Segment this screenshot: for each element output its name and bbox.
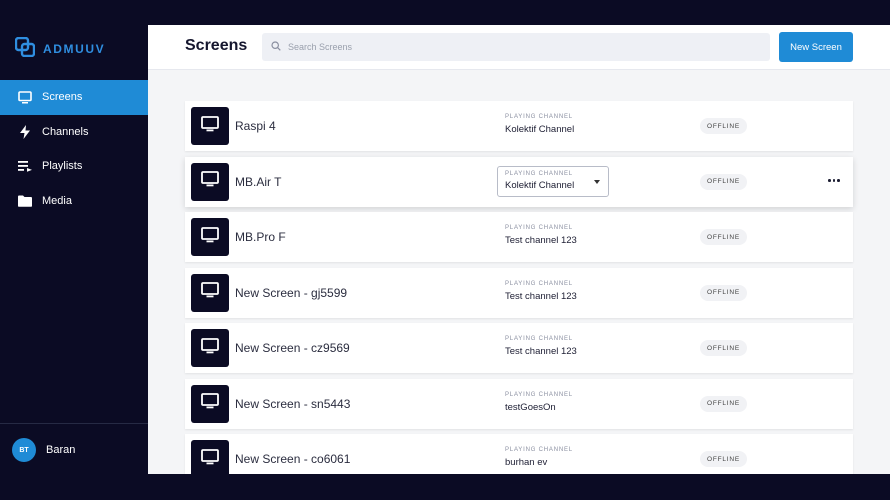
sidebar: ADMUUV Screens Channels Playlists Media … [0, 25, 148, 474]
monitor-icon [201, 337, 219, 359]
screen-name: MB.Air T [235, 174, 282, 189]
list-item[interactable]: MB.Air T PLAYING CHANNEL Kolektif Channe… [185, 156, 853, 207]
playing-channel: PLAYING CHANNEL burhan ev [505, 447, 573, 468]
folder-icon [18, 194, 32, 208]
more-options-icon[interactable] [827, 174, 841, 188]
monitor-icon [201, 282, 219, 303]
screen-name: MB.Pro F [235, 230, 286, 244]
playing-channel-value: Kolektif Channel [505, 124, 575, 135]
monitor-icon [201, 171, 219, 192]
screen-thumbnail [191, 218, 229, 256]
sidebar-divider [0, 423, 148, 424]
screen-list: Raspi 4 PLAYING CHANNEL Kolektif Channel… [185, 101, 853, 474]
list-item[interactable]: New Screen - gj5599 PLAYING CHANNEL Test… [185, 267, 853, 318]
playing-channel: PLAYING CHANNEL Test channel 123 [505, 281, 577, 302]
user-name: Baran [46, 444, 76, 456]
screen-thumbnail [191, 440, 229, 474]
sidebar-item-label: Playlists [42, 160, 83, 173]
playlist-icon [18, 159, 32, 173]
playing-channel-value: testGoesOn [505, 401, 556, 413]
header: Screens New Screen [148, 25, 890, 70]
playing-channel-value: burhan ev [505, 457, 548, 468]
monitor-icon [201, 226, 219, 248]
lightning-icon [18, 124, 32, 139]
avatar: BT [12, 438, 36, 462]
list-item[interactable]: MB.Pro F PLAYING CHANNEL Test channel 12… [185, 212, 853, 262]
playing-channel: PLAYING CHANNEL testGoesOn [505, 392, 573, 413]
screen-name: Raspi 4 [235, 119, 276, 133]
brand-name: ADMUUV [43, 42, 106, 56]
monitor-icon [201, 393, 219, 414]
main-content: Screens New Screen Raspi 4 PLAYING CHANN… [148, 25, 890, 474]
playing-channel-label: PLAYING CHANNEL [505, 114, 573, 120]
new-screen-button[interactable]: New Screen [779, 32, 853, 62]
screen-name: New Screen - co6061 [235, 452, 351, 466]
page-title: Screens [185, 37, 248, 54]
playing-channel: PLAYING CHANNEL Test channel 123 [505, 225, 577, 246]
screen-name: New Screen - cz9569 [235, 341, 350, 355]
playing-channel: PLAYING CHANNEL Kolektif Channel [505, 114, 574, 135]
playing-channel-value: Test channel 123 [505, 235, 577, 246]
brand[interactable]: ADMUUV [14, 36, 106, 62]
playing-channel-value: Test channel 123 [505, 346, 577, 357]
playing-channel-label: PLAYING CHANNEL [505, 280, 573, 287]
list-item[interactable]: New Screen - cz9569 PLAYING CHANNEL Test… [185, 323, 853, 373]
playing-channel-label: PLAYING CHANNEL [505, 391, 573, 398]
monitor-icon [18, 90, 32, 104]
channel-select[interactable]: PLAYING CHANNEL Kolektif Channel [497, 165, 609, 197]
playing-channel-label: PLAYING CHANNEL [505, 336, 573, 342]
playing-channel-label: PLAYING CHANNEL [505, 447, 573, 453]
monitor-icon [201, 448, 219, 470]
playing-channel-value: Test channel 123 [505, 290, 577, 302]
sidebar-item-label: Screens [42, 91, 83, 104]
screen-thumbnail [191, 329, 229, 367]
playing-channel-label: PLAYING CHANNEL [505, 170, 573, 177]
screen-thumbnail [191, 107, 229, 145]
sidebar-item-screens[interactable]: Screens [0, 80, 148, 115]
list-item[interactable]: Raspi 4 PLAYING CHANNEL Kolektif Channel… [185, 101, 853, 151]
screen-name: New Screen - sn5443 [235, 396, 351, 411]
playing-channel: PLAYING CHANNEL Test channel 123 [505, 336, 577, 357]
status-badge: OFFLINE [700, 284, 748, 301]
status-badge: OFFLINE [700, 340, 748, 356]
search-input[interactable] [288, 42, 748, 52]
status-badge: OFFLINE [700, 451, 748, 467]
chevron-down-icon [594, 179, 600, 184]
app-window: ADMUUV Screens Channels Playlists Media … [0, 25, 890, 474]
sidebar-item-label: Media [42, 194, 72, 207]
search-icon [271, 38, 281, 56]
sidebar-item-media[interactable]: Media [0, 184, 148, 219]
list-item[interactable]: New Screen - sn5443 PLAYING CHANNEL test… [185, 378, 853, 429]
user-menu[interactable]: BT Baran [12, 438, 75, 462]
status-badge: OFFLINE [700, 229, 748, 245]
search-box[interactable] [262, 33, 770, 61]
sidebar-nav: Screens Channels Playlists Media [0, 80, 148, 218]
playing-channel-value: Kolektif Channel [505, 179, 575, 191]
list-item[interactable]: New Screen - co6061 PLAYING CHANNEL burh… [185, 434, 853, 474]
sidebar-item-label: Channels [42, 125, 89, 138]
status-badge: OFFLINE [700, 118, 748, 134]
screen-thumbnail [191, 273, 229, 312]
sidebar-item-playlists[interactable]: Playlists [0, 149, 148, 184]
screen-thumbnail [191, 384, 229, 423]
status-badge: OFFLINE [700, 173, 748, 190]
monitor-icon [201, 115, 219, 137]
screen-thumbnail [191, 162, 229, 201]
screen-name: New Screen - gj5599 [235, 285, 348, 300]
status-badge: OFFLINE [700, 395, 748, 412]
playing-channel-label: PLAYING CHANNEL [505, 225, 573, 231]
logo-icon [14, 36, 36, 62]
sidebar-item-channels[interactable]: Channels [0, 115, 148, 150]
